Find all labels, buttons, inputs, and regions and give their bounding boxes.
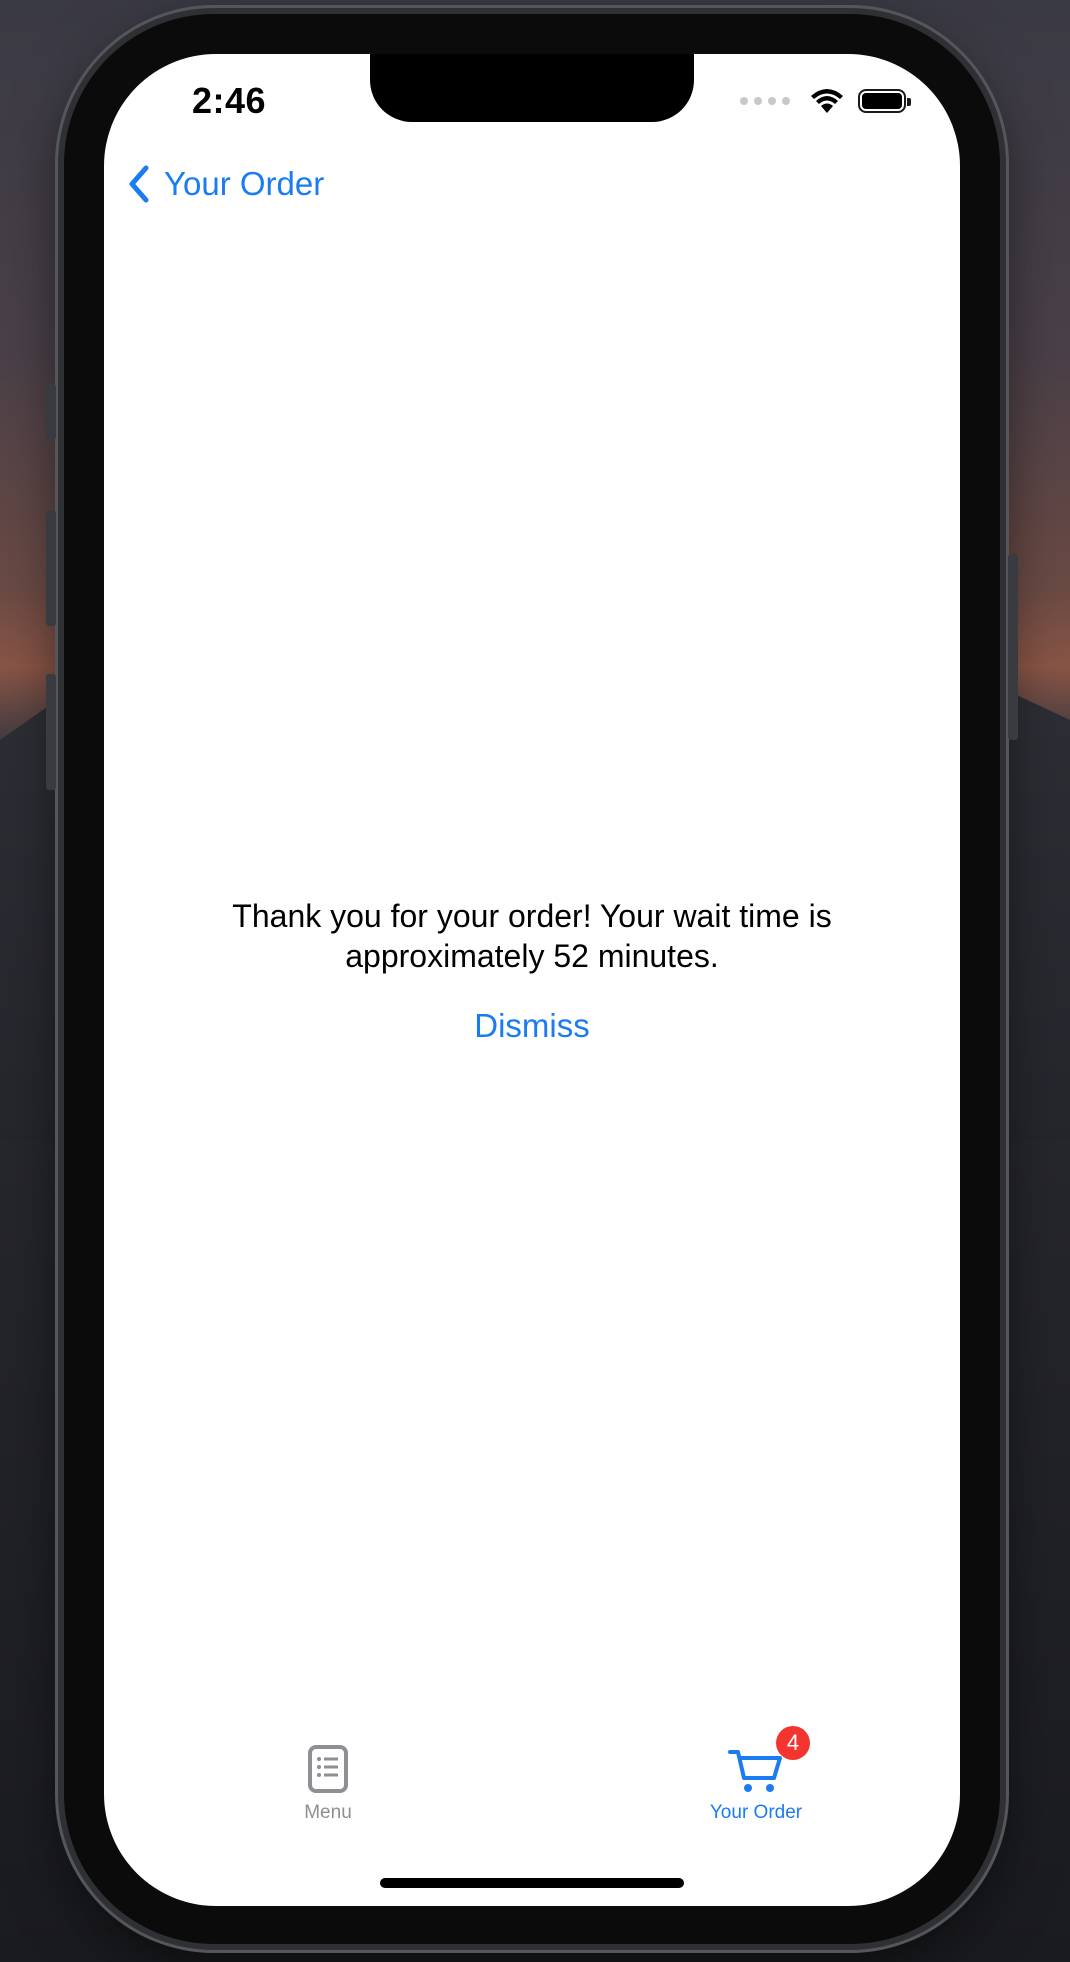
tab-your-order-icon-wrap: 4 — [728, 1726, 810, 1794]
tab-your-order-label: Your Order — [709, 1802, 803, 1823]
cellular-signal-icon — [740, 97, 790, 105]
status-icons — [740, 88, 911, 114]
status-time: 2:46 — [192, 80, 267, 121]
battery-icon — [858, 89, 911, 113]
volume-up-button — [46, 510, 56, 626]
volume-down-button — [46, 674, 56, 790]
mute-switch — [46, 384, 56, 440]
cart-icon — [728, 1750, 782, 1792]
phone-screen: 2:46 Your Order Thank you for your order… — [104, 54, 960, 1906]
power-button — [1008, 554, 1018, 740]
back-button-label: Your Order — [164, 165, 325, 202]
home-indicator — [380, 1878, 684, 1888]
tab-your-order[interactable]: 4 Your Order — [666, 1726, 846, 1824]
chevron-left-icon — [129, 165, 149, 203]
tab-menu[interactable]: Menu — [238, 1744, 418, 1824]
back-button[interactable]: Your Order — [126, 164, 324, 204]
cart-badge: 4 — [776, 1726, 810, 1760]
tab-menu-label: Menu — [304, 1802, 352, 1823]
wifi-icon — [811, 89, 843, 113]
tab-menu-icon-wrap — [307, 1744, 349, 1794]
list-document-icon — [308, 1745, 348, 1793]
notch — [370, 54, 694, 122]
order-confirmation-message: Thank you for your order! Your wait time… — [232, 898, 832, 974]
dismiss-button[interactable]: Dismiss — [432, 1007, 632, 1045]
